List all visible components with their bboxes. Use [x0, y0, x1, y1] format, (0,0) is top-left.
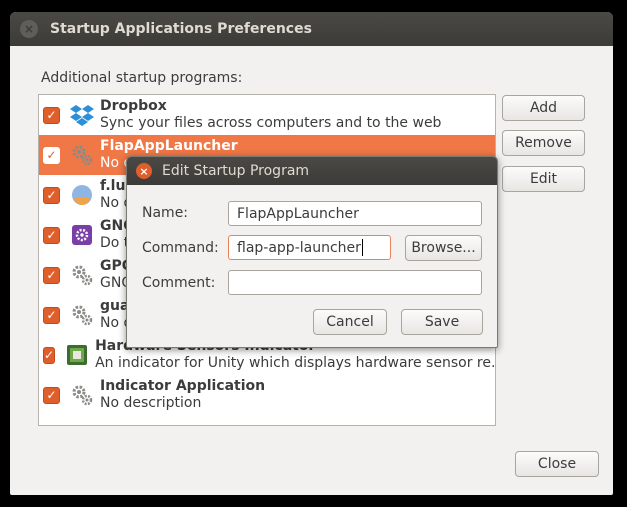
- comment-field[interactable]: [228, 270, 482, 295]
- sensor-icon: [65, 343, 89, 367]
- remove-button[interactable]: Remove: [502, 130, 585, 156]
- command-field[interactable]: flap-app-launcher: [228, 235, 391, 260]
- purple-gear-icon: [70, 223, 94, 247]
- flux-icon: [70, 183, 94, 207]
- enabled-checkbox[interactable]: ✓: [43, 306, 60, 324]
- list-item-text: Dropbox Sync your files across computers …: [100, 98, 441, 132]
- name-field-value: FlapAppLauncher: [237, 205, 359, 222]
- enabled-checkbox[interactable]: ✓: [43, 146, 60, 164]
- list-item-desc: An indicator for Unity which displays ha…: [95, 355, 496, 371]
- command-label: Command:: [142, 240, 219, 256]
- cancel-button[interactable]: Cancel: [313, 309, 387, 335]
- name-field[interactable]: FlapAppLauncher: [228, 201, 482, 226]
- list-item-text: Indicator Application No description: [100, 378, 265, 412]
- add-button[interactable]: Add: [502, 95, 585, 121]
- gear-icon: [70, 383, 94, 407]
- list-item-name: Indicator Application: [100, 378, 266, 394]
- save-button[interactable]: Save: [401, 309, 483, 335]
- enabled-checkbox[interactable]: ✓: [43, 186, 60, 204]
- window-title: Startup Applications Preferences: [50, 21, 312, 37]
- list-item[interactable]: ✓ Dropbox Sync your files across computers…: [39, 95, 495, 135]
- enabled-checkbox[interactable]: ✓: [43, 266, 60, 284]
- enabled-checkbox[interactable]: ✓: [43, 346, 56, 364]
- list-item-desc: Sync your files across computers and to …: [100, 115, 442, 131]
- dialog-close-icon[interactable]: ×: [136, 163, 152, 179]
- list-item[interactable]: ✓ Indicator Application No description: [39, 375, 495, 415]
- enabled-checkbox[interactable]: ✓: [43, 106, 60, 124]
- browse-button[interactable]: Browse...: [405, 235, 482, 261]
- gear-icon: [70, 143, 94, 167]
- edit-button[interactable]: Edit: [502, 166, 585, 192]
- dropbox-icon: [70, 103, 94, 127]
- command-field-value: flap-app-launcher: [237, 239, 361, 256]
- close-button[interactable]: Close: [515, 451, 599, 477]
- text-caret: [361, 239, 363, 256]
- gear-icon: [70, 303, 94, 327]
- comment-label: Comment:: [142, 275, 216, 291]
- dialog-title: Edit Startup Program: [162, 163, 310, 179]
- window-titlebar: × Startup Applications Preferences: [10, 12, 613, 46]
- list-item-desc: No description: [100, 395, 202, 411]
- edit-startup-program-dialog: × Edit Startup Program Name: FlapAppLaun…: [126, 156, 498, 348]
- name-label: Name:: [142, 205, 189, 221]
- gear-icon: [70, 263, 94, 287]
- enabled-checkbox[interactable]: ✓: [43, 386, 60, 404]
- enabled-checkbox[interactable]: ✓: [43, 226, 60, 244]
- window-close-icon[interactable]: ×: [20, 20, 38, 38]
- section-label: Additional startup programs:: [41, 70, 243, 86]
- list-item-name: Dropbox: [100, 98, 167, 114]
- list-item-name: FlapAppLauncher: [100, 138, 238, 154]
- dialog-titlebar: × Edit Startup Program: [127, 157, 497, 185]
